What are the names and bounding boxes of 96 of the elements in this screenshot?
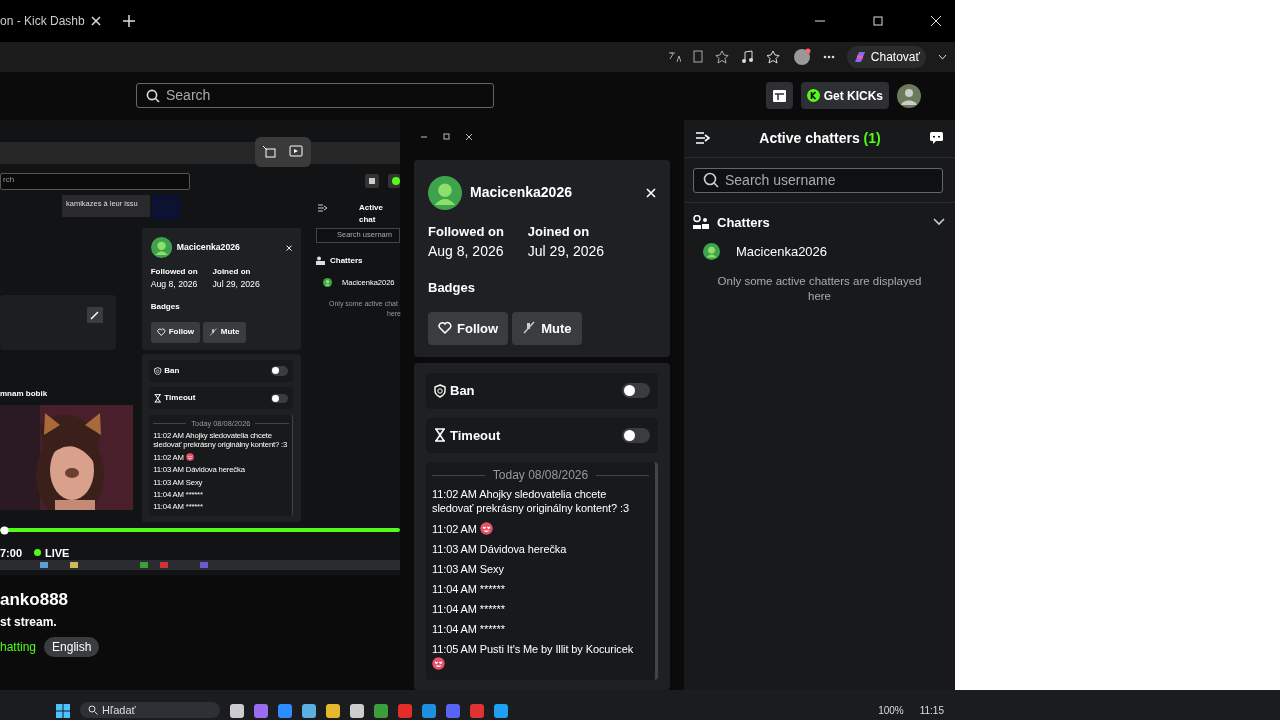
timeout-label: Timeout (450, 426, 501, 445)
stat-label: Joined on (527, 222, 591, 241)
chat-message: 11:03 AM Sexy (153, 477, 204, 487)
category-link[interactable]: hatting (0, 637, 37, 656)
translate-icon[interactable] (667, 50, 681, 63)
note-text: Only some active chatters are displayed here (716, 273, 923, 304)
get-kicks-button[interactable]: Get KICKs (800, 82, 889, 110)
ban-label: Ban (450, 382, 475, 401)
live-dot-icon (34, 549, 41, 557)
search-field[interactable]: rch (0, 172, 190, 190)
stat-label: Followed on (428, 222, 504, 241)
hourglass-icon (434, 428, 446, 443)
chat-message: 11:02 AM (432, 521, 649, 537)
chat-message: 11:02 AM Ahojky sledovatelia chcete sledovať prekrásny originálny kontent? :3 (432, 488, 630, 516)
battery-level: 100% (878, 704, 904, 718)
chat-message: 11:04 AM ****** (432, 623, 506, 637)
close-icon[interactable] (90, 15, 101, 26)
stat-value: Aug 8, 2026 (428, 242, 504, 262)
stream-caption: mnam bobik (0, 387, 48, 400)
panel-title: Active chatters (1) (759, 130, 881, 147)
new-tab-icon[interactable] (122, 14, 135, 27)
layout-button[interactable] (765, 82, 793, 110)
chat-message: 11:02 AM Ahojky sledovatelia chcete sledovať prekrásny originálny kontent? :3 (153, 431, 289, 450)
toggle-switch[interactable] (270, 393, 289, 404)
coin-icon (806, 89, 820, 103)
channel-name: anko888 (0, 588, 70, 611)
chat-message: 11:05 AM Pusti It's Me by Illit by Kocuricek (432, 643, 649, 672)
heart-icon (438, 321, 452, 336)
toggle-switch[interactable] (622, 383, 650, 399)
chat-message: 11:03 AM Sexy (432, 562, 505, 577)
chevron-down-icon[interactable] (938, 53, 947, 60)
microphone-off-icon (522, 321, 537, 336)
tag-pill[interactable]: English (44, 636, 100, 657)
search-icon (146, 88, 160, 103)
chat-message: 11:04 AM ****** (153, 490, 204, 500)
avatar-icon (323, 277, 332, 287)
section-title: Chatters (717, 213, 770, 232)
tab-title[interactable]: on - Kick Dashb (0, 11, 85, 30)
avatar-icon (150, 237, 172, 259)
chat-message: 11:04 AM ****** (432, 583, 506, 597)
stream-description: st stream. (0, 613, 58, 631)
chat-message: 11:04 AM ****** (432, 603, 506, 617)
close-icon[interactable] (465, 132, 473, 141)
date-divider: Today 08/08/2026 (432, 466, 649, 485)
pip-icon[interactable] (261, 145, 276, 159)
windows-icon[interactable] (56, 704, 70, 718)
search-field[interactable]: Search username (693, 167, 943, 193)
maximize-icon[interactable] (873, 15, 883, 26)
favorites-icon[interactable] (766, 49, 781, 64)
copilot-icon (852, 49, 867, 64)
section-title: Chatters (330, 254, 363, 267)
chat-message: 11:03 AM Dávidova herečka (153, 465, 246, 475)
users-icon (693, 214, 709, 230)
stat-value: Jul 29, 2026 (527, 242, 605, 262)
profile-icon[interactable] (792, 47, 811, 66)
chat-icon[interactable] (930, 132, 943, 145)
stream-time: 7:00 (0, 545, 23, 561)
music-icon[interactable] (740, 49, 755, 64)
panel-title: Active chat (359, 201, 384, 226)
stream-tile (152, 194, 180, 220)
shield-icon (434, 383, 446, 398)
username: Macicenka2026 (470, 183, 572, 203)
search-icon (703, 172, 719, 189)
live-label: LIVE (45, 545, 70, 561)
toggle-switch[interactable] (270, 366, 289, 376)
badges-label: Badges (428, 279, 476, 298)
search-field[interactable]: Hľadať (80, 702, 220, 718)
follow-button[interactable]: Follow (428, 311, 509, 346)
stat-value: Jul 29, 2026 (212, 278, 260, 292)
avatar-icon (428, 175, 462, 210)
more-icon[interactable] (822, 54, 835, 59)
layout-icon (772, 89, 786, 102)
avatar-icon[interactable] (897, 83, 921, 108)
username: Macicenka2026 (176, 241, 240, 255)
copilot-button[interactable]: Chatovať (846, 45, 926, 68)
clock-time: 11:15 (919, 704, 944, 718)
close-icon[interactable] (931, 15, 941, 26)
stat-value: Aug 8, 2026 (150, 278, 198, 292)
star-icon[interactable] (714, 49, 729, 64)
chat-message: 11:02 AM (153, 452, 289, 463)
maximize-icon[interactable] (442, 132, 450, 141)
search-icon (88, 705, 98, 715)
chat-message: 11:03 AM Dávidova herečka (432, 542, 568, 557)
avatar-icon (703, 243, 720, 261)
collapse-icon[interactable] (318, 203, 327, 212)
chatter-name[interactable]: Macicenka2026 (736, 242, 828, 262)
layout-icon[interactable] (365, 173, 379, 188)
reader-icon[interactable] (692, 50, 703, 64)
users-icon (316, 255, 325, 265)
toggle-switch[interactable] (622, 427, 650, 443)
chatter-count: (1) (863, 130, 881, 147)
mute-button[interactable]: Mute (512, 311, 582, 346)
chat-message: 11:04 AM ****** (153, 502, 204, 512)
search-field[interactable]: Search (136, 83, 494, 109)
seek-knob-icon[interactable] (0, 525, 9, 535)
video-icon[interactable] (289, 145, 305, 159)
